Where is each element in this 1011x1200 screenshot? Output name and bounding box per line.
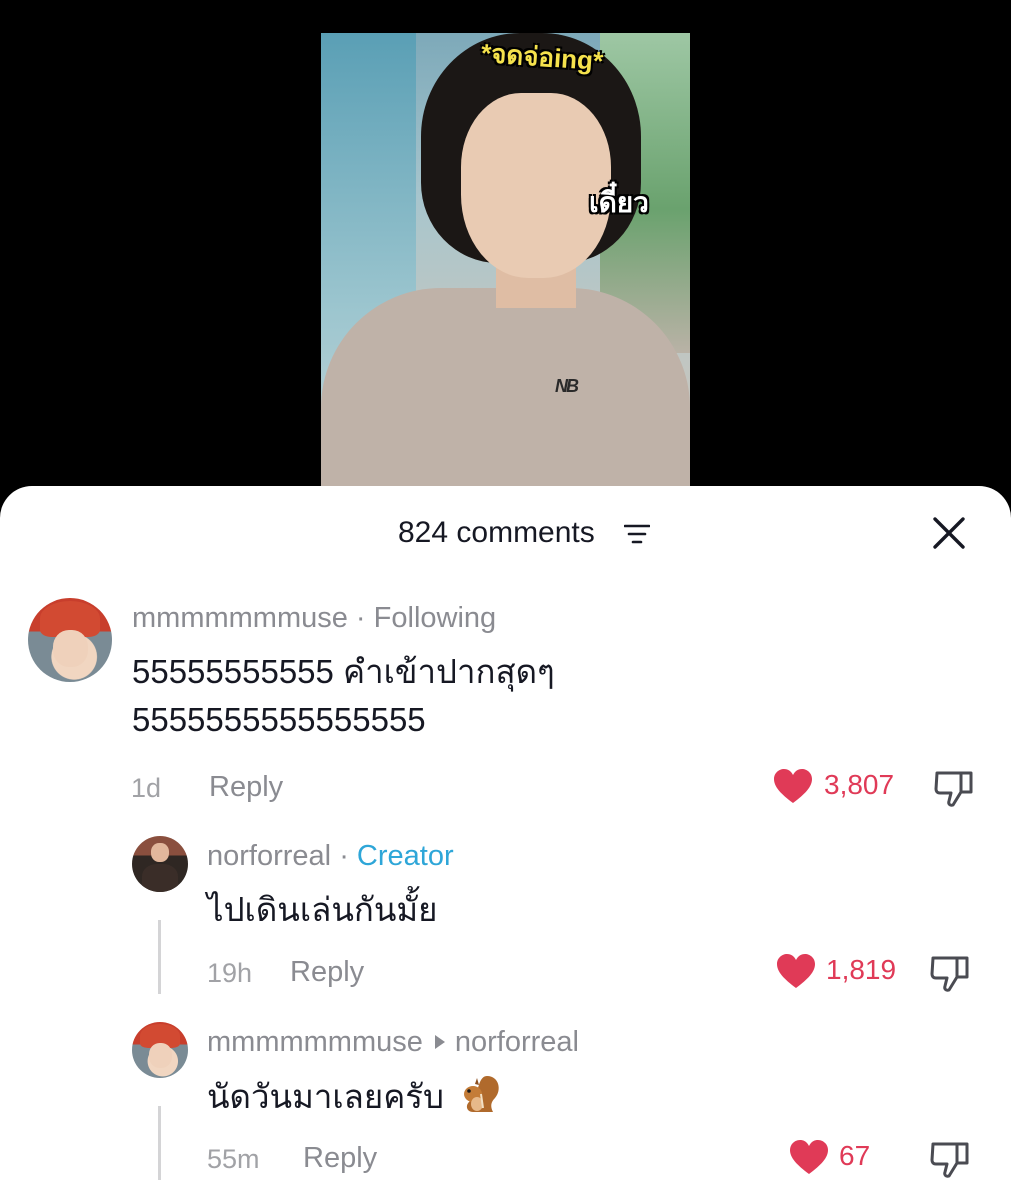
- avatar-face: [53, 629, 89, 667]
- avatar-head: [151, 842, 169, 862]
- like-count: 67: [839, 1140, 871, 1171]
- comment-username-line[interactable]: mmmmmmmuse · Following: [132, 602, 496, 635]
- like-group[interactable]: 67: [789, 1139, 889, 1179]
- video-caption-top: *จดจ่อing*: [480, 37, 605, 77]
- reply-button[interactable]: Reply: [290, 956, 364, 989]
- comment-username[interactable]: mmmmmmmuse: [132, 602, 348, 634]
- squirrel-emoji-icon: [464, 1076, 499, 1112]
- comment-username[interactable]: norforreal: [207, 840, 331, 872]
- username-separator: ·: [355, 602, 366, 634]
- shirt-logo: NB: [555, 376, 579, 396]
- heart-icon[interactable]: [773, 768, 813, 804]
- avatar[interactable]: [132, 836, 188, 892]
- reply-button[interactable]: Reply: [303, 1142, 377, 1175]
- username-separator: ·: [339, 840, 349, 872]
- comment-text: ไปเดินเล่นกันมั้ย: [207, 891, 438, 928]
- comments-sheet: 824 comments mmmmmmmuse · Following 5555…: [0, 486, 1011, 1200]
- comment-time: 55m: [207, 1144, 260, 1174]
- video-player[interactable]: NB *จดจ่อing* เดี๋ยว: [0, 0, 1011, 500]
- creator-tag: Creator: [356, 840, 454, 872]
- like-count: 3,807: [824, 769, 895, 800]
- reply-to-username[interactable]: norforreal: [455, 1026, 579, 1058]
- thread-line: [158, 920, 161, 994]
- dislike-icon[interactable]: [930, 1139, 970, 1179]
- dislike-icon[interactable]: [930, 953, 970, 993]
- thread-line: [158, 1106, 161, 1180]
- comment-time: 1d: [131, 773, 162, 803]
- comment-text-line: 55555555555 คำเข้าปากสุดๆ: [132, 653, 555, 690]
- comment-username-line[interactable]: norforreal · Creator: [207, 840, 454, 873]
- comments-count-title: 824 comments: [398, 516, 595, 549]
- sort-lines-icon[interactable]: [624, 523, 650, 545]
- like-group[interactable]: 3,807: [773, 768, 913, 808]
- comment-username[interactable]: mmmmmmmuse: [207, 1026, 423, 1058]
- avatar-body: [142, 864, 178, 892]
- comment-text: นัดวันมาเลยครับ: [207, 1072, 503, 1121]
- heart-icon[interactable]: [789, 1139, 829, 1175]
- comment-text-line: 5555555555555555: [132, 701, 426, 738]
- like-group[interactable]: 1,819: [776, 953, 906, 993]
- video-caption-side: เดี๋ยว: [589, 187, 649, 218]
- video-frame[interactable]: NB *จดจ่อing* เดี๋ยว: [321, 33, 690, 500]
- comment-text-body: นัดวันมาเลยครับ: [207, 1078, 444, 1115]
- like-count: 1,819: [826, 954, 897, 985]
- reply-to-arrow-icon: [434, 1034, 445, 1049]
- reply-button[interactable]: Reply: [209, 771, 283, 804]
- dislike-icon[interactable]: [934, 768, 974, 808]
- comments-header: 824 comments: [0, 512, 1011, 556]
- comment-time: 19h: [207, 958, 253, 988]
- comment-username-line[interactable]: mmmmmmmuse norforreal: [207, 1026, 579, 1059]
- heart-icon[interactable]: [776, 953, 816, 989]
- avatar[interactable]: [28, 598, 112, 682]
- avatar-face: [148, 1043, 173, 1068]
- avatar[interactable]: [132, 1022, 188, 1078]
- close-icon[interactable]: [932, 516, 966, 550]
- video-person-shirt: [321, 288, 690, 500]
- comment-text: 55555555555 คำเข้าปากสุดๆ 55555555555555…: [132, 648, 555, 744]
- following-tag: Following: [373, 602, 497, 634]
